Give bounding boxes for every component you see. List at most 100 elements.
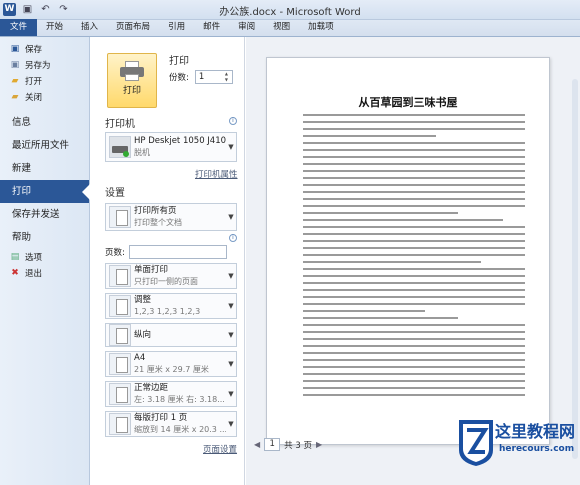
preview-text-line bbox=[303, 135, 437, 137]
ribbon-tabs: 文件 开始 插入 页面布局 引用 邮件 审阅 视图 加载项 bbox=[0, 19, 580, 37]
preview-text-line bbox=[303, 114, 525, 116]
preview-text-line bbox=[303, 163, 525, 165]
pages-row: 页数: bbox=[105, 245, 227, 259]
preview-text-line bbox=[303, 191, 525, 193]
preview-text-line bbox=[303, 373, 525, 375]
tab-addins[interactable]: 加载项 bbox=[299, 19, 343, 36]
nav-options-label: 选项 bbox=[25, 253, 43, 263]
collate-icon bbox=[109, 295, 131, 317]
sides-dropdown[interactable]: 单面打印 只打印一侧的页面 ▼ bbox=[105, 263, 237, 289]
printer-dropdown[interactable]: HP Deskjet 1050 J410 s... 脱机 ▼ bbox=[105, 132, 237, 162]
pages-per-sheet-sub: 缩放到 14 厘米 x 20.3 ... bbox=[134, 425, 226, 434]
margins-sub: 左: 3.18 厘米 右: 3.18... bbox=[134, 395, 225, 404]
nav-help[interactable]: 帮助 bbox=[0, 226, 89, 249]
pages-per-sheet-main: 每版打印 1 页 bbox=[134, 413, 188, 423]
watermark-logo-icon bbox=[459, 420, 493, 466]
paper-size-sub: 21 厘米 x 29.7 厘米 bbox=[134, 365, 209, 374]
nav-print[interactable]: 打印 bbox=[0, 180, 90, 203]
preview-text-line bbox=[303, 247, 525, 249]
preview-text-line bbox=[303, 170, 525, 172]
collate-sub: 1,2,3 1,2,3 1,2,3 bbox=[134, 307, 201, 316]
preview-body-text bbox=[303, 114, 525, 401]
nav-exit[interactable]: ✖ 退出 bbox=[0, 265, 89, 281]
orientation-main: 纵向 bbox=[134, 330, 152, 340]
print-all-pages-icon bbox=[109, 206, 131, 228]
preview-text-line bbox=[303, 149, 525, 151]
page-navigator: ◀ 1 共 3 页 ▶ bbox=[254, 438, 322, 451]
one-sided-icon bbox=[109, 265, 131, 287]
sides-sub: 只打印一侧的页面 bbox=[134, 277, 198, 286]
pages-info-icon[interactable]: i bbox=[229, 234, 237, 242]
nav-open[interactable]: ▰ 打开 bbox=[0, 73, 89, 89]
pages-input[interactable] bbox=[128, 245, 227, 259]
chevron-down-icon: ▼ bbox=[228, 272, 234, 280]
save-icon: ▣ bbox=[10, 44, 20, 54]
tab-page-layout[interactable]: 页面布局 bbox=[107, 19, 159, 36]
pages-per-sheet-icon bbox=[109, 413, 131, 435]
paper-size-main: A4 bbox=[134, 353, 146, 363]
nav-recent[interactable]: 最近所用文件 bbox=[0, 134, 89, 157]
nav-save-as[interactable]: ▣ 另存为 bbox=[0, 57, 89, 73]
nav-new[interactable]: 新建 bbox=[0, 157, 89, 180]
tab-review[interactable]: 审阅 bbox=[229, 19, 264, 36]
tab-mailings[interactable]: 邮件 bbox=[194, 19, 229, 36]
nav-close[interactable]: ▰ 关闭 bbox=[0, 89, 89, 105]
preview-text-line bbox=[303, 394, 525, 396]
copies-row: 份数: 1 bbox=[169, 70, 233, 84]
tab-view[interactable]: 视图 bbox=[264, 19, 299, 36]
current-page-input[interactable]: 1 bbox=[264, 438, 281, 451]
preview-text-line bbox=[303, 282, 525, 284]
preview-page: 从百草园到三味书屋 bbox=[266, 57, 550, 445]
printer-status: 脱机 bbox=[134, 148, 150, 157]
nav-save[interactable]: ▣ 保存 bbox=[0, 41, 89, 57]
chevron-down-icon: ▼ bbox=[228, 213, 234, 221]
backstage-nav: ▣ 保存 ▣ 另存为 ▰ 打开 ▰ 关闭 信息 最近所用文件 新建 打印 保存并… bbox=[0, 37, 90, 485]
nav-options[interactable]: ▤ 选项 bbox=[0, 249, 89, 265]
preview-text-line bbox=[303, 198, 525, 200]
print-range-dropdown[interactable]: 打印所有页 打印整个文档 ▼ bbox=[105, 203, 237, 231]
print-range-main: 打印所有页 bbox=[134, 206, 177, 216]
tab-home[interactable]: 开始 bbox=[37, 19, 72, 36]
settings-heading: 设置 bbox=[105, 188, 125, 199]
next-page-icon[interactable]: ▶ bbox=[316, 440, 322, 449]
printer-device-icon bbox=[109, 136, 131, 158]
collate-dropdown[interactable]: 调整 1,2,3 1,2,3 1,2,3 ▼ bbox=[105, 293, 237, 319]
margins-main: 正常边距 bbox=[134, 383, 169, 393]
printer-info-icon[interactable]: i bbox=[229, 117, 237, 125]
tab-references[interactable]: 引用 bbox=[159, 19, 194, 36]
tab-file[interactable]: 文件 bbox=[0, 19, 38, 36]
chevron-down-icon: ▼ bbox=[228, 302, 234, 310]
prev-page-icon[interactable]: ◀ bbox=[254, 440, 260, 449]
sides-main: 单面打印 bbox=[134, 265, 169, 275]
preview-text-line bbox=[303, 212, 459, 214]
margins-dropdown[interactable]: 正常边距 左: 3.18 厘米 右: 3.18... ▼ bbox=[105, 381, 237, 407]
pages-per-sheet-dropdown[interactable]: 每版打印 1 页 缩放到 14 厘米 x 20.3 ... ▼ bbox=[105, 411, 237, 437]
preview-text-line bbox=[303, 226, 525, 228]
nav-close-label: 关闭 bbox=[25, 93, 43, 103]
save-as-icon: ▣ bbox=[10, 60, 20, 70]
printer-properties-link[interactable]: 打印机属性 bbox=[195, 168, 238, 180]
tab-insert[interactable]: 插入 bbox=[72, 19, 107, 36]
copies-stepper[interactable]: 1 bbox=[194, 70, 233, 84]
preview-text-line bbox=[303, 338, 525, 340]
paper-size-icon bbox=[109, 353, 131, 375]
preview-text-line bbox=[303, 289, 525, 291]
portrait-icon bbox=[109, 324, 131, 346]
preview-text-line bbox=[303, 205, 525, 207]
chevron-down-icon: ▼ bbox=[228, 420, 234, 428]
chevron-down-icon: ▼ bbox=[228, 390, 234, 398]
preview-text-line bbox=[303, 177, 525, 179]
paper-size-dropdown[interactable]: A4 21 厘米 x 29.7 厘米 ▼ bbox=[105, 351, 237, 377]
open-folder-icon: ▰ bbox=[11, 76, 19, 86]
nav-save-send[interactable]: 保存并发送 bbox=[0, 203, 89, 226]
preview-doc-title: 从百草园到三味书屋 bbox=[358, 96, 458, 109]
orientation-dropdown[interactable]: 纵向 ▼ bbox=[105, 323, 237, 347]
page-setup-link[interactable]: 页面设置 bbox=[203, 443, 237, 455]
nav-info[interactable]: 信息 bbox=[0, 111, 89, 134]
preview-text-line bbox=[303, 142, 525, 144]
preview-scrollbar[interactable] bbox=[572, 79, 578, 459]
preview-text-line bbox=[303, 128, 525, 130]
preview-text-line bbox=[303, 310, 426, 312]
margins-icon bbox=[109, 383, 131, 405]
print-button[interactable]: 打印 bbox=[107, 53, 157, 108]
